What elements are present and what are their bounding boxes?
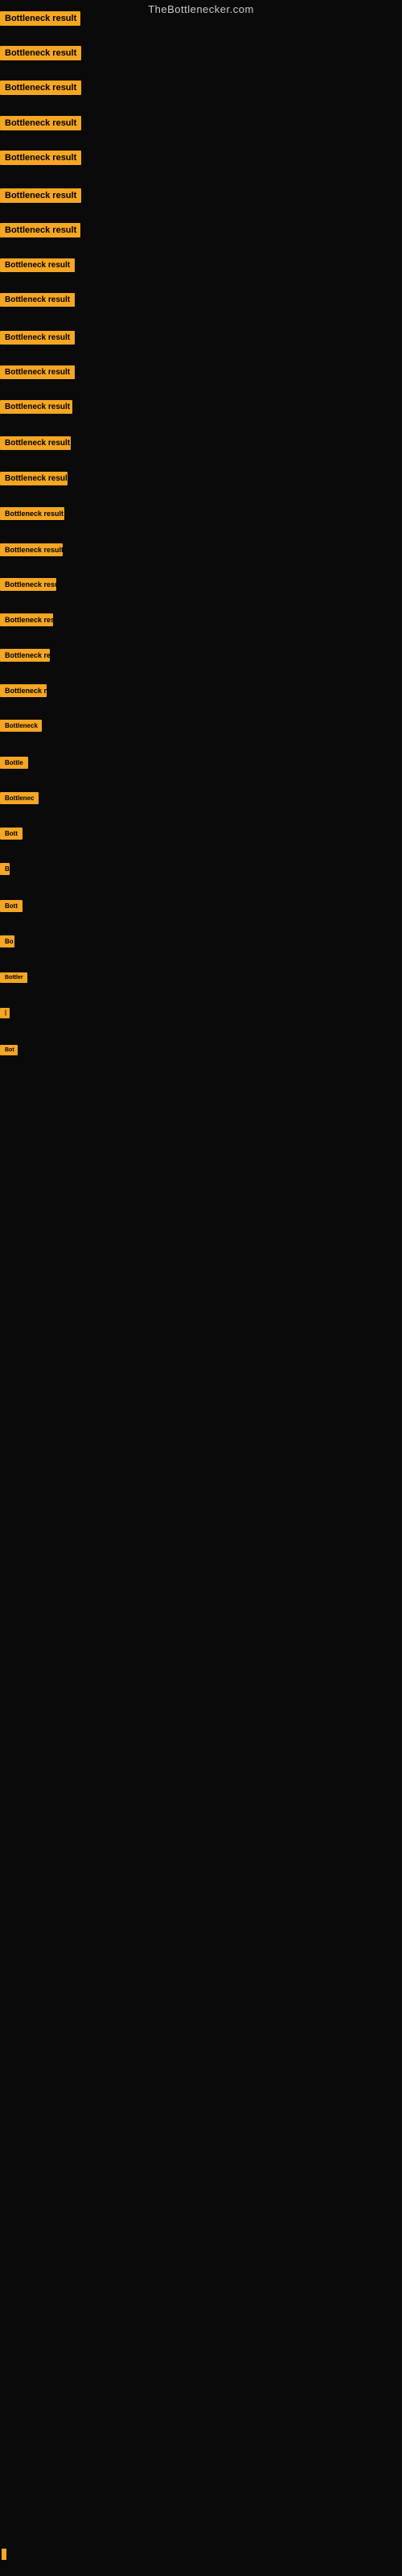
bottleneck-row-11: Bottleneck result [0,365,75,379]
bottleneck-badge-18: Bottleneck resu [0,613,53,626]
bottleneck-badge-14: Bottleneck result [0,472,68,485]
bottleneck-row-21: Bottleneck [0,720,42,732]
bottleneck-row-9: Bottleneck result [0,293,75,307]
bottleneck-badge-23: Bottlenec [0,792,39,804]
bottleneck-row-4: Bottleneck result [0,116,81,130]
bottleneck-badge-29: | [0,1008,10,1018]
bottleneck-badge-10: Bottleneck result [0,331,75,345]
bottleneck-row-23: Bottlenec [0,792,39,804]
bottleneck-badge-4: Bottleneck result [0,116,81,130]
bottleneck-row-13: Bottleneck result [0,436,71,450]
bottleneck-row-5: Bottleneck result [0,151,81,165]
bottleneck-badge-12: Bottleneck result [0,400,72,414]
bottleneck-badge-25: B [0,863,10,875]
bottleneck-row-26: Bott [0,900,23,912]
bottleneck-badge-7: Bottleneck result [0,223,80,237]
bottleneck-badge-9: Bottleneck result [0,293,75,307]
bottleneck-row-7: Bottleneck result [0,223,80,237]
bottleneck-row-1: Bottleneck result [0,11,80,26]
bottleneck-badge-11: Bottleneck result [0,365,75,379]
bottleneck-row-29: | [0,1008,10,1018]
bottleneck-row-25: B [0,863,10,875]
bottleneck-badge-13: Bottleneck result [0,436,71,450]
bottleneck-badge-19: Bottleneck resu [0,649,50,662]
bottom-line [2,2549,6,2560]
bottleneck-badge-8: Bottleneck result [0,258,75,272]
bottleneck-badge-22: Bottle [0,757,28,769]
bottleneck-badge-15: Bottleneck result [0,507,64,520]
bottleneck-badge-5: Bottleneck result [0,151,81,165]
bottleneck-badge-1: Bottleneck result [0,11,80,26]
bottleneck-row-18: Bottleneck resu [0,613,53,626]
bottleneck-badge-16: Bottleneck result [0,543,63,556]
bottleneck-row-8: Bottleneck result [0,258,75,272]
bottleneck-row-27: Bo [0,935,14,947]
bottleneck-row-28: Bottler [0,972,27,983]
bottleneck-row-24: Bott [0,828,23,840]
bottleneck-row-10: Bottleneck result [0,331,75,345]
bottleneck-badge-17: Bottleneck resu [0,578,56,591]
bottleneck-badge-27: Bo [0,935,14,947]
bottleneck-row-2: Bottleneck result [0,46,81,60]
bottleneck-row-6: Bottleneck result [0,188,81,203]
bottleneck-badge-3: Bottleneck result [0,80,81,95]
bottleneck-badge-30: Bot [0,1045,18,1055]
bottleneck-row-12: Bottleneck result [0,400,72,414]
bottleneck-badge-2: Bottleneck result [0,46,81,60]
bottleneck-badge-21: Bottleneck [0,720,42,732]
bottleneck-badge-26: Bott [0,900,23,912]
bottleneck-row-22: Bottle [0,757,28,769]
bottleneck-badge-20: Bottleneck resu [0,684,47,697]
bottleneck-row-15: Bottleneck result [0,507,64,520]
bottleneck-row-14: Bottleneck result [0,472,68,485]
bottleneck-row-3: Bottleneck result [0,80,81,95]
bottleneck-badge-6: Bottleneck result [0,188,81,203]
bottleneck-row-19: Bottleneck resu [0,649,50,662]
bottleneck-badge-28: Bottler [0,972,27,983]
bottleneck-row-30: Bot [0,1045,18,1055]
bottleneck-row-17: Bottleneck resu [0,578,56,591]
bottleneck-row-16: Bottleneck result [0,543,63,556]
bottleneck-badge-24: Bott [0,828,23,840]
bottleneck-row-20: Bottleneck resu [0,684,47,697]
